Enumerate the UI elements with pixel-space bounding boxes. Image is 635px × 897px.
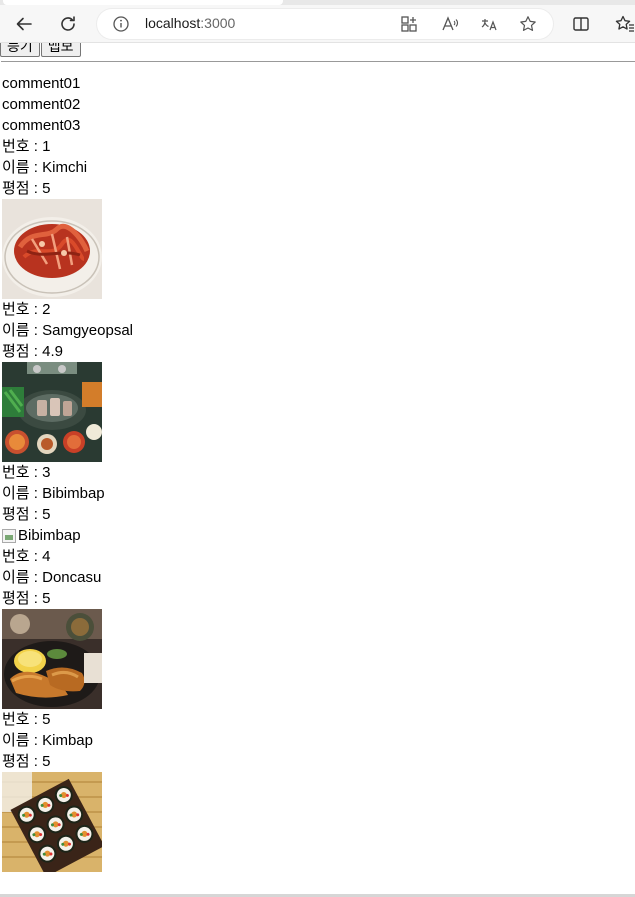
arrow-left-icon xyxy=(16,17,32,31)
name-value: Bibimbap xyxy=(42,485,105,502)
favorites-button[interactable] xyxy=(610,9,635,39)
food-number: 번호 : 4 xyxy=(2,546,133,567)
translate-icon[interactable] xyxy=(479,14,499,34)
divider xyxy=(1,61,635,62)
food-name: 이름 : Kimbap xyxy=(2,730,133,751)
broken-image-icon xyxy=(2,528,16,543)
register-button[interactable]: 등기 xyxy=(0,43,40,57)
name-value: Kimchi xyxy=(42,159,88,176)
food-rating: 평점 : 4.9 xyxy=(2,341,133,362)
browser-toolbar: localhost:3000 xyxy=(0,5,635,43)
info-icon[interactable] xyxy=(111,14,131,34)
number-value: 3 xyxy=(42,464,51,481)
food-rating: 평점 : 5 xyxy=(2,178,133,199)
split-screen-button[interactable] xyxy=(566,9,596,39)
address-bar[interactable]: localhost:3000 xyxy=(97,9,553,39)
split-screen-icon xyxy=(573,17,589,31)
favorites-list-icon xyxy=(615,15,634,32)
refresh-icon xyxy=(61,16,75,31)
url-port: :3000 xyxy=(200,15,236,31)
name-label: 이름 : xyxy=(2,569,43,586)
favorite-star-icon[interactable] xyxy=(518,14,538,34)
number-value: 1 xyxy=(42,138,51,155)
comment-item: comment03 xyxy=(2,117,81,134)
number-label: 번호 : xyxy=(2,548,43,565)
name-value: Doncasu xyxy=(42,569,102,586)
rating-label: 평점 : xyxy=(2,343,43,360)
rating-label: 평점 : xyxy=(2,590,43,607)
page-content: 등기 맵보 comment01 comment02 comment03 번호 :… xyxy=(0,43,635,895)
food-number: 번호 : 2 xyxy=(2,299,133,320)
food-rating: 평점 : 5 xyxy=(2,504,133,525)
rating-label: 평점 : xyxy=(2,753,43,770)
comment-item: comment02 xyxy=(2,96,81,113)
app-available-icon[interactable] xyxy=(399,14,419,34)
image-alt-text: Bibimbap xyxy=(18,527,81,544)
food-name: 이름 : Samgyeopsal xyxy=(2,320,133,341)
name-value: Kimbap xyxy=(42,732,93,749)
rating-label: 평점 : xyxy=(2,180,43,197)
back-button[interactable] xyxy=(9,9,39,39)
name-label: 이름 : xyxy=(2,732,43,749)
food-number: 번호 : 5 xyxy=(2,709,133,730)
refresh-button[interactable] xyxy=(53,9,83,39)
rating-value: 5 xyxy=(42,506,51,523)
name-value: Samgyeopsal xyxy=(42,322,133,339)
name-label: 이름 : xyxy=(2,159,43,176)
rating-value: 5 xyxy=(42,180,51,197)
number-value: 2 xyxy=(42,301,51,318)
food-list: comment01 comment02 comment03 번호 : 1 이름 … xyxy=(2,73,133,872)
number-label: 번호 : xyxy=(2,711,43,728)
samgyeopsal-image xyxy=(2,362,102,462)
name-label: 이름 : xyxy=(2,485,43,502)
bibimbap-image-broken: Bibimbap xyxy=(2,525,133,546)
comment-item: comment01 xyxy=(2,75,81,92)
kimchi-image xyxy=(2,199,102,299)
rating-label: 평점 : xyxy=(2,506,43,523)
rating-value: 5 xyxy=(42,590,51,607)
number-value: 5 xyxy=(42,711,51,728)
name-label: 이름 : xyxy=(2,322,43,339)
food-name: 이름 : Doncasu xyxy=(2,567,133,588)
food-rating: 평점 : 5 xyxy=(2,588,133,609)
rating-value: 4.9 xyxy=(42,343,63,360)
read-aloud-icon[interactable] xyxy=(440,14,460,34)
kimbap-image xyxy=(2,772,102,872)
number-label: 번호 : xyxy=(2,301,43,318)
button-row: 등기 맵보 xyxy=(0,43,81,57)
number-value: 4 xyxy=(42,548,51,565)
url-host: localhost xyxy=(145,15,201,31)
doncasu-image xyxy=(2,609,102,709)
food-number: 번호 : 3 xyxy=(2,462,133,483)
food-name: 이름 : Kimchi xyxy=(2,157,133,178)
number-label: 번호 : xyxy=(2,464,43,481)
url-text[interactable]: localhost:3000 xyxy=(145,15,235,31)
number-label: 번호 : xyxy=(2,138,43,155)
view-button[interactable]: 맵보 xyxy=(40,43,81,57)
rating-value: 5 xyxy=(42,753,51,770)
food-rating: 평점 : 5 xyxy=(2,751,133,772)
food-name: 이름 : Bibimbap xyxy=(2,483,133,504)
food-number: 번호 : 1 xyxy=(2,136,133,157)
